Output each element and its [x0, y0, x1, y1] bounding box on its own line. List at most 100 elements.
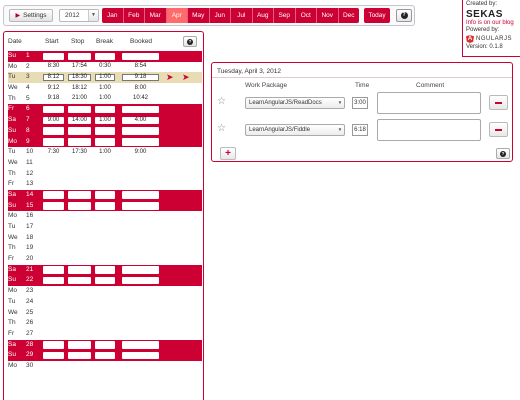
calendar-row[interactable]: Tu 17	[8, 222, 202, 233]
break-time-cell[interactable]	[95, 351, 115, 360]
stop-time-cell[interactable]	[68, 202, 91, 210]
calendar-row[interactable]: Mo 30	[8, 361, 202, 372]
month-tab-jun[interactable]: Jun	[210, 8, 231, 23]
stop-time-cell[interactable]	[68, 351, 91, 360]
month-tab-jul[interactable]: Jul	[231, 8, 253, 23]
break-time-cell[interactable]: 1:00	[95, 149, 115, 157]
today-button[interactable]: Today	[364, 8, 390, 23]
break-time-cell[interactable]	[95, 105, 115, 114]
start-time-cell[interactable]: 8:30	[43, 63, 64, 71]
year-select[interactable]: 2012 ▼	[59, 9, 99, 22]
calendar-row[interactable]: Sa 7 9:00 14:00 1:00 4:00	[8, 115, 202, 126]
calendar-row[interactable]: Fr 27	[8, 329, 202, 340]
start-time-cell[interactable]	[43, 266, 64, 274]
stop-time-cell[interactable]: 18:12	[68, 85, 91, 93]
stop-time-cell[interactable]	[68, 127, 91, 135]
calendar-row[interactable]: Su 15	[8, 200, 202, 212]
calendar-row[interactable]: Su 8	[8, 125, 202, 137]
booked-time-cell[interactable]	[122, 266, 159, 274]
stop-time-cell[interactable]	[68, 341, 91, 349]
calendar-row[interactable]: We 11	[8, 158, 202, 169]
calendar-row[interactable]: Mo 23	[8, 286, 202, 297]
settings-button[interactable]: ▶ Settings	[9, 9, 53, 22]
start-time-cell[interactable]	[43, 138, 64, 146]
calendar-row[interactable]: Sa 21	[8, 264, 202, 276]
booked-time-cell[interactable]: 8:54	[122, 63, 159, 71]
calendar-row[interactable]: We 25	[8, 308, 202, 319]
month-tab-oct[interactable]: Oct	[296, 8, 317, 23]
booked-time-cell[interactable]	[122, 202, 159, 210]
break-time-cell[interactable]	[95, 127, 115, 135]
calendar-row[interactable]: Tu 24	[8, 297, 202, 308]
booked-time-cell[interactable]	[122, 105, 159, 114]
stop-time-cell[interactable]	[68, 266, 91, 274]
stop-time-cell[interactable]	[68, 52, 91, 60]
booked-time-cell[interactable]	[122, 341, 159, 349]
work-package-select[interactable]: LearnAngularJS/Fiddle ▼	[245, 124, 345, 136]
break-time-cell[interactable]	[95, 266, 115, 274]
booked-time-cell[interactable]	[122, 127, 159, 135]
calendar-row[interactable]: Th 26	[8, 318, 202, 329]
calendar-help-button[interactable]: ?	[183, 36, 197, 47]
break-time-cell[interactable]	[95, 191, 115, 199]
stop-time-cell[interactable]: 17:54	[68, 63, 91, 71]
month-tab-mar[interactable]: Mar	[145, 8, 167, 23]
booked-time-cell[interactable]	[122, 351, 159, 360]
calendar-row[interactable]: Tu 3 8:12 18:30 1:00 9:18 ➤ ➤	[8, 72, 202, 84]
calendar-row[interactable]: Th 5 9:18 21:00 1:00 10:42	[8, 94, 202, 105]
detail-help-button[interactable]: ?	[496, 148, 510, 159]
start-time-cell[interactable]	[43, 127, 64, 135]
booked-time-cell[interactable]	[122, 276, 159, 285]
break-time-cell[interactable]	[95, 341, 115, 349]
month-tab-sep[interactable]: Sep	[274, 8, 296, 23]
calendar-row[interactable]: We 4 9:12 18:12 1:00 8:00	[8, 83, 202, 94]
calendar-row[interactable]: Su 22	[8, 275, 202, 287]
start-time-cell[interactable]	[43, 52, 64, 60]
calendar-row[interactable]: Fr 20	[8, 254, 202, 265]
calendar-row[interactable]: Mo 9	[8, 136, 202, 148]
break-time-cell[interactable]: 1:00	[95, 95, 115, 103]
calendar-row[interactable]: Mo 16	[8, 211, 202, 222]
start-time-cell[interactable]: 7:30	[43, 149, 64, 157]
break-time-cell[interactable]	[95, 52, 115, 60]
booked-time-cell[interactable]: 9:18	[122, 73, 159, 82]
break-time-cell[interactable]	[95, 276, 115, 285]
month-tab-nov[interactable]: Nov	[317, 8, 339, 23]
month-tab-feb[interactable]: Feb	[124, 8, 145, 23]
blog-link[interactable]: Info is on our blog	[466, 20, 517, 28]
start-time-cell[interactable]: 9:18	[43, 95, 64, 103]
star-icon[interactable]: ☆	[217, 97, 226, 107]
calendar-row[interactable]: Su 29	[8, 350, 202, 361]
calendar-row[interactable]: We 18	[8, 233, 202, 244]
month-tab-may[interactable]: May	[188, 8, 210, 23]
stop-time-cell[interactable]	[68, 105, 91, 114]
booked-time-cell[interactable]	[122, 138, 159, 146]
calendar-row[interactable]: Sa 28	[8, 339, 202, 351]
comment-textarea[interactable]	[377, 119, 481, 141]
calendar-row[interactable]: Mo 2 8:30 17:54 0:30 8:54	[8, 62, 202, 73]
calendar-row[interactable]: Tu 10 7:30 17:30 1:00 9:00	[8, 147, 202, 158]
stop-time-cell[interactable]: 18:30	[68, 73, 91, 82]
remove-entry-button[interactable]	[489, 122, 508, 137]
star-icon[interactable]: ☆	[217, 124, 226, 134]
start-time-cell[interactable]	[43, 276, 64, 285]
start-time-cell[interactable]: 8:12	[43, 73, 64, 82]
work-package-select[interactable]: LearnAngularJS/ReadDocs ▼	[245, 97, 345, 109]
start-time-cell[interactable]: 9:12	[43, 85, 64, 93]
month-tab-apr[interactable]: Apr	[166, 8, 188, 23]
stop-time-cell[interactable]: 17:30	[68, 149, 91, 157]
start-time-cell[interactable]	[43, 191, 64, 199]
start-time-cell[interactable]	[43, 351, 64, 360]
booked-time-cell[interactable]: 8:00	[122, 85, 159, 93]
month-tab-dec[interactable]: Dec	[339, 8, 360, 23]
booked-time-cell[interactable]: 4:00	[122, 116, 159, 125]
help-button[interactable]: ?	[396, 9, 412, 22]
month-tab-jan[interactable]: Jan	[102, 8, 124, 23]
start-time-cell[interactable]	[43, 202, 64, 210]
start-time-cell[interactable]: 9:00	[43, 116, 64, 125]
break-time-cell[interactable]	[95, 202, 115, 210]
angularjs-logo[interactable]: A NGULARJS	[466, 35, 517, 44]
break-time-cell[interactable]	[95, 138, 115, 146]
time-input[interactable]: 6:18	[352, 124, 368, 136]
calendar-row[interactable]: Th 12	[8, 169, 202, 180]
